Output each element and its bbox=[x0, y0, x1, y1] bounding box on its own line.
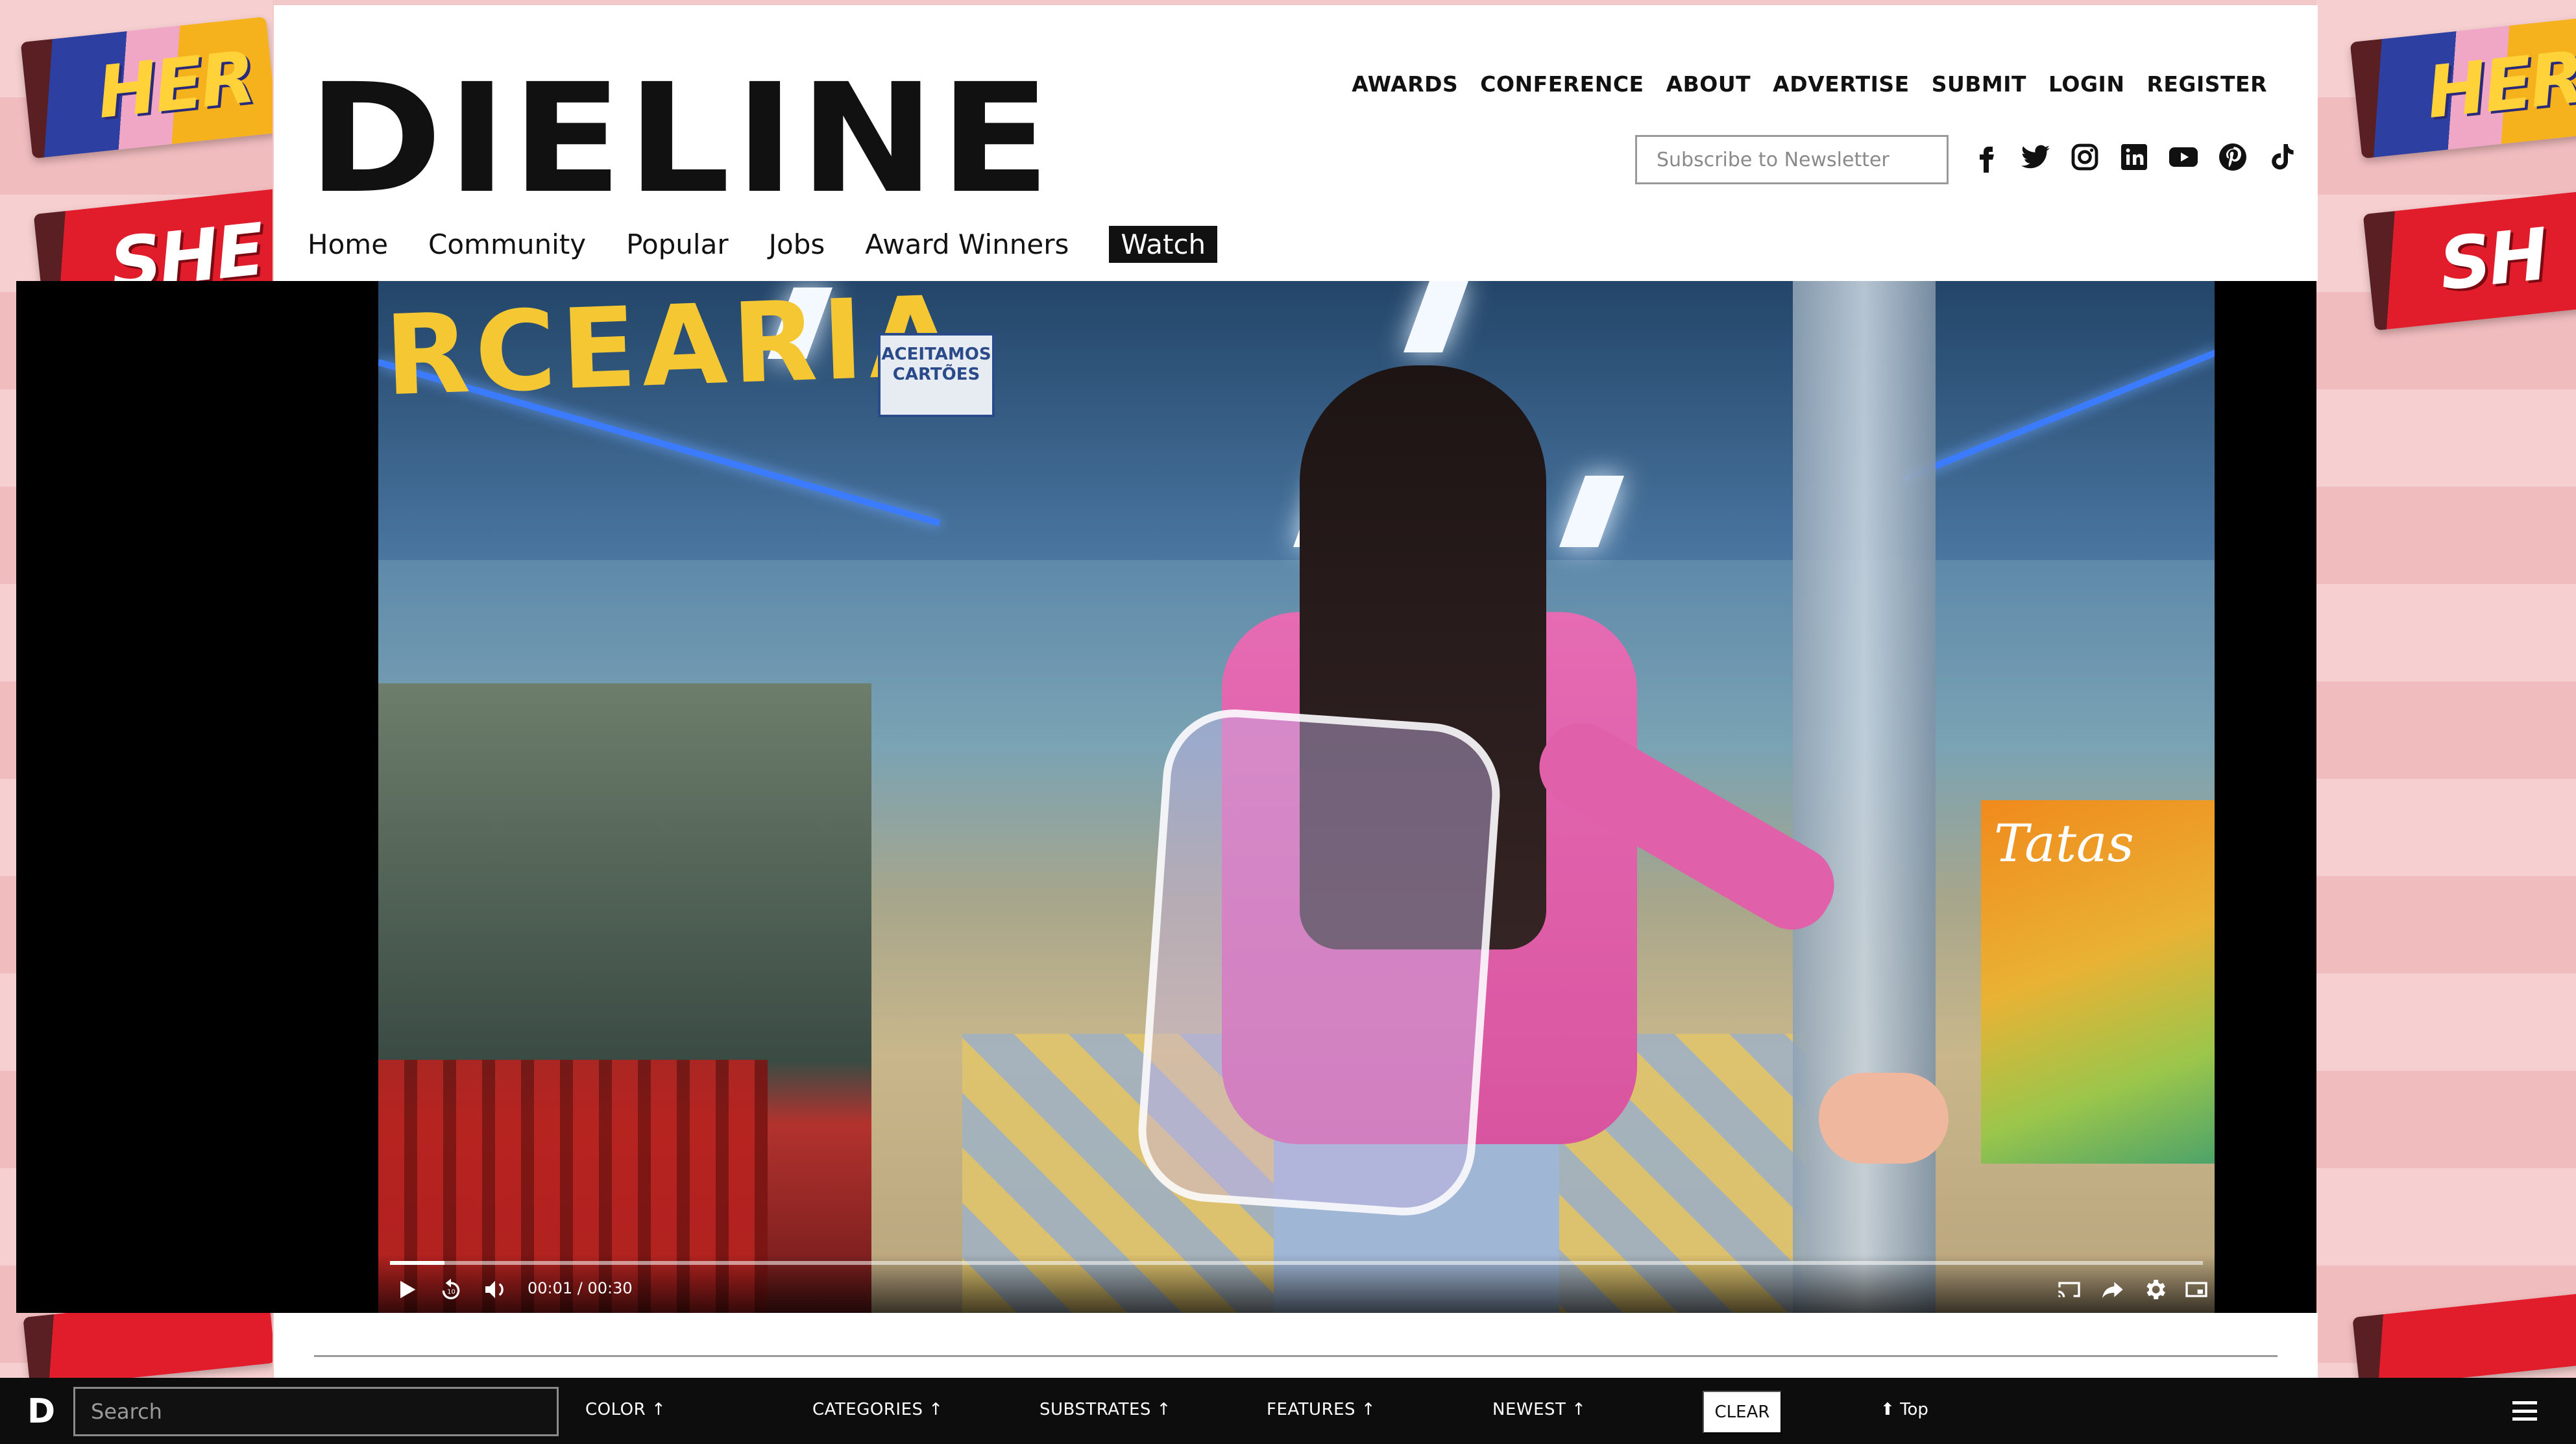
progress-fill bbox=[390, 1261, 444, 1265]
nav-award-winners[interactable]: Award Winners bbox=[865, 228, 1069, 260]
newsletter-input[interactable] bbox=[1635, 135, 1949, 184]
filter-features-label: FEATURES bbox=[1267, 1400, 1356, 1419]
ad-candy-label: HER bbox=[93, 35, 257, 135]
ad-candy-bar: HER bbox=[2350, 16, 2576, 159]
nav-about[interactable]: ABOUT bbox=[1666, 71, 1751, 97]
video-stage: RCEARIA ACEITAMOS CARTÕES Tatas 10 00:01… bbox=[16, 281, 2316, 1313]
circle-arrow-up-icon: ⬆ bbox=[1880, 1400, 1895, 1419]
nav-conference[interactable]: CONFERENCE bbox=[1480, 71, 1644, 97]
nav-jobs[interactable]: Jobs bbox=[769, 228, 825, 260]
filter-color-label: COLOR bbox=[585, 1400, 646, 1419]
filter-bar: D COLOR ↑ CATEGORIES ↑ SUBSTRATES ↑ FEAT… bbox=[0, 1378, 2576, 1444]
play-icon[interactable] bbox=[391, 1274, 422, 1305]
filter-substrates-label: SUBSTRATES bbox=[1039, 1400, 1151, 1419]
arrow-up-icon: ↑ bbox=[1572, 1400, 1586, 1419]
video-card-sign: ACEITAMOS CARTÕES bbox=[878, 333, 995, 417]
nav-home[interactable]: Home bbox=[308, 228, 388, 260]
share-icon[interactable] bbox=[2096, 1274, 2128, 1305]
content-strip bbox=[274, 1313, 2318, 1378]
ad-skin-right[interactable]: HER SH bbox=[2316, 0, 2576, 1444]
rewind-10-icon[interactable]: 10 bbox=[435, 1274, 467, 1305]
facebook-icon[interactable] bbox=[1971, 141, 2002, 173]
nav-watch[interactable]: Watch bbox=[1109, 226, 1218, 263]
fullscreen-icon[interactable] bbox=[2181, 1274, 2212, 1305]
pinterest-icon[interactable] bbox=[2217, 141, 2248, 173]
twitter-icon[interactable] bbox=[2020, 141, 2051, 173]
social-links bbox=[1971, 141, 2298, 173]
search-input[interactable] bbox=[73, 1387, 559, 1436]
video-person-backpack bbox=[1134, 704, 1505, 1221]
settings-icon[interactable] bbox=[2139, 1274, 2170, 1305]
filter-newest-label: NEWEST bbox=[1492, 1400, 1566, 1419]
filter-categories[interactable]: CATEGORIES ↑ bbox=[812, 1400, 943, 1419]
main-nav: Home Community Popular Jobs Award Winner… bbox=[308, 226, 1218, 263]
youtube-icon[interactable] bbox=[2168, 141, 2199, 173]
arrow-up-icon: ↑ bbox=[929, 1400, 943, 1419]
video-brand-poster: Tatas bbox=[1981, 800, 2215, 1164]
back-to-top-label: Top bbox=[1900, 1400, 1928, 1419]
playback-time: 00:01 / 00:30 bbox=[528, 1279, 633, 1297]
nav-advertise[interactable]: ADVERTISE bbox=[1773, 71, 1910, 97]
nav-community[interactable]: Community bbox=[428, 228, 586, 260]
video-person-hand bbox=[1819, 1073, 1949, 1164]
arrow-up-icon: ↑ bbox=[1361, 1400, 1376, 1419]
filter-color[interactable]: COLOR ↑ bbox=[585, 1400, 666, 1419]
svg-text:10: 10 bbox=[447, 1289, 456, 1296]
progress-bar[interactable] bbox=[390, 1261, 2203, 1265]
ad-candy-bar: SH bbox=[2363, 188, 2576, 331]
top-nav: AWARDS CONFERENCE ABOUT ADVERTISE SUBMIT… bbox=[1352, 71, 2267, 97]
player-controls: 10 00:01 / 00:30 bbox=[378, 1254, 2215, 1313]
ad-candy-label: SH bbox=[2435, 212, 2550, 307]
linkedin-icon[interactable] bbox=[2119, 141, 2150, 173]
back-to-top-button[interactable]: ⬆ Top bbox=[1880, 1400, 1928, 1419]
dieline-mini-logo[interactable]: D bbox=[27, 1392, 55, 1431]
video-brand-label: Tatas bbox=[1994, 813, 2134, 874]
filter-categories-label: CATEGORIES bbox=[812, 1400, 923, 1419]
clear-button[interactable]: CLEAR bbox=[1703, 1391, 1782, 1434]
video-store-sign: RCEARIA bbox=[382, 281, 962, 421]
nav-register[interactable]: REGISTER bbox=[2146, 71, 2267, 97]
arrow-up-icon: ↑ bbox=[1156, 1400, 1171, 1419]
filter-newest[interactable]: NEWEST ↑ bbox=[1492, 1400, 1586, 1419]
filter-features[interactable]: FEATURES ↑ bbox=[1267, 1400, 1376, 1419]
nav-login[interactable]: LOGIN bbox=[2048, 71, 2124, 97]
instagram-icon[interactable] bbox=[2069, 141, 2100, 173]
ad-candy-bar: HER bbox=[20, 16, 273, 159]
site-header: DIELINE AWARDS CONFERENCE ABOUT ADVERTIS… bbox=[274, 5, 2318, 281]
video-scene-person bbox=[1027, 365, 1949, 1313]
ad-candy-label: HER bbox=[2422, 35, 2576, 135]
arrow-up-icon: ↑ bbox=[651, 1400, 666, 1419]
hamburger-menu-icon[interactable] bbox=[2512, 1401, 2537, 1421]
nav-popular[interactable]: Popular bbox=[626, 228, 728, 260]
nav-submit[interactable]: SUBMIT bbox=[1932, 71, 2026, 97]
divider bbox=[314, 1355, 2278, 1357]
tiktok-icon[interactable] bbox=[2266, 141, 2298, 173]
volume-icon[interactable] bbox=[480, 1274, 511, 1305]
filter-substrates[interactable]: SUBSTRATES ↑ bbox=[1039, 1400, 1171, 1419]
cast-icon[interactable] bbox=[2054, 1274, 2085, 1305]
nav-awards[interactable]: AWARDS bbox=[1352, 71, 1458, 97]
ad-candy-bar bbox=[2352, 1291, 2576, 1389]
dieline-logo[interactable]: DIELINE bbox=[308, 64, 1054, 214]
video-player[interactable]: RCEARIA ACEITAMOS CARTÕES Tatas 10 00:01… bbox=[378, 281, 2215, 1313]
